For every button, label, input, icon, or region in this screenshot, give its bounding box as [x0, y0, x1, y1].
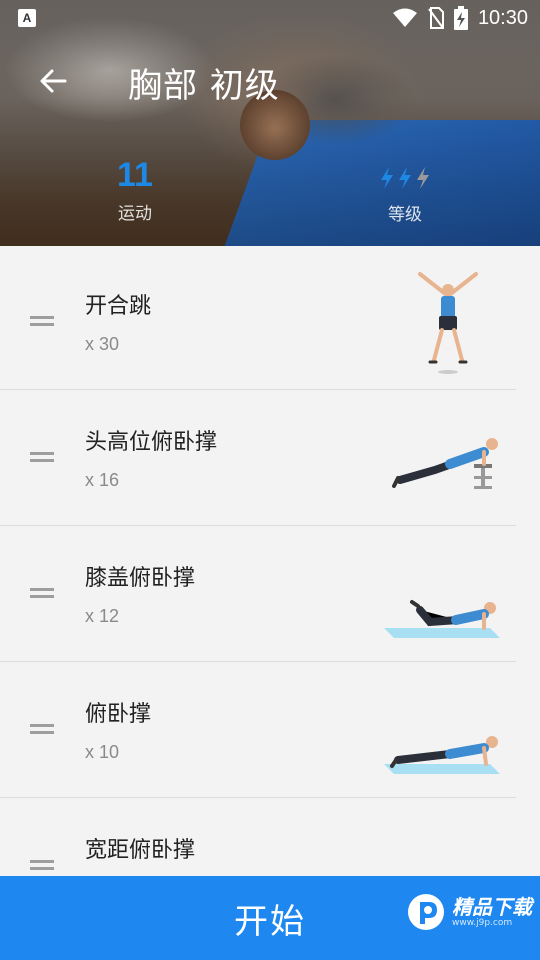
jumping-jacks-illustration: [418, 272, 478, 374]
status-time: 10:30: [477, 6, 528, 29]
stat-exercises: 11 运动: [95, 155, 175, 224]
stat-exercises-value: 11: [117, 156, 153, 194]
wifi-icon: [392, 8, 417, 27]
header-banner: [0, 0, 540, 246]
drag-handle-icon[interactable]: [30, 860, 54, 872]
list-item[interactable]: 俯卧撑 x 10: [0, 662, 540, 798]
page-title: 胸部 初级: [128, 66, 280, 106]
incline-pushup-illustration: [392, 438, 498, 489]
watermark: 精品下载 www.j9p.com: [406, 892, 532, 932]
exercise-list: 开合跳 x 30 头高位俯卧撑 x 16 膝盖俯卧撑 x 12 俯卧撑 x 10…: [0, 254, 540, 934]
exercise-reps: x 30: [85, 334, 120, 354]
toolbar: 胸部 初级: [0, 50, 540, 110]
arrow-left-icon: [40, 69, 67, 93]
bolt-icon: [417, 167, 429, 189]
exercise-name: 头高位俯卧撑: [85, 430, 218, 455]
status-bar: A 10:30: [0, 0, 540, 36]
bolt-icon: [399, 167, 411, 189]
sim-off-icon: [428, 7, 444, 29]
exercise-name: 宽距俯卧撑: [85, 838, 196, 863]
drag-handle-icon[interactable]: [30, 316, 54, 328]
drag-handle-icon[interactable]: [30, 588, 54, 600]
exercise-reps: x 12: [85, 606, 120, 626]
stat-level: 等级: [360, 160, 450, 225]
pushup-illustration: [384, 736, 500, 774]
app-notification-icon: A: [18, 9, 36, 27]
back-button[interactable]: [30, 58, 76, 104]
exercise-name: 开合跳: [85, 294, 152, 319]
knee-pushup-illustration: [384, 600, 500, 638]
stat-exercises-label: 运动: [118, 204, 152, 224]
level-indicator: [360, 160, 450, 196]
stat-level-label: 等级: [388, 205, 422, 225]
exercise-reps: x 10: [85, 742, 120, 762]
list-item[interactable]: 头高位俯卧撑 x 16: [0, 390, 540, 526]
battery-charging-icon: [453, 6, 468, 30]
list-item[interactable]: 开合跳 x 30: [0, 254, 540, 390]
watermark-logo-icon: [408, 894, 444, 930]
header-scrim: [0, 0, 540, 246]
exercise-reps: x 16: [85, 470, 120, 490]
exercise-name: 俯卧撑: [85, 702, 152, 727]
list-item[interactable]: 膝盖俯卧撑 x 12: [0, 526, 540, 662]
exercise-name: 膝盖俯卧撑: [85, 566, 196, 591]
watermark-text: 精品下载: [452, 895, 532, 919]
drag-handle-icon[interactable]: [30, 724, 54, 736]
watermark-sub: www.j9p.com: [452, 918, 513, 928]
drag-handle-icon[interactable]: [30, 452, 54, 464]
bolt-icon: [381, 167, 393, 189]
